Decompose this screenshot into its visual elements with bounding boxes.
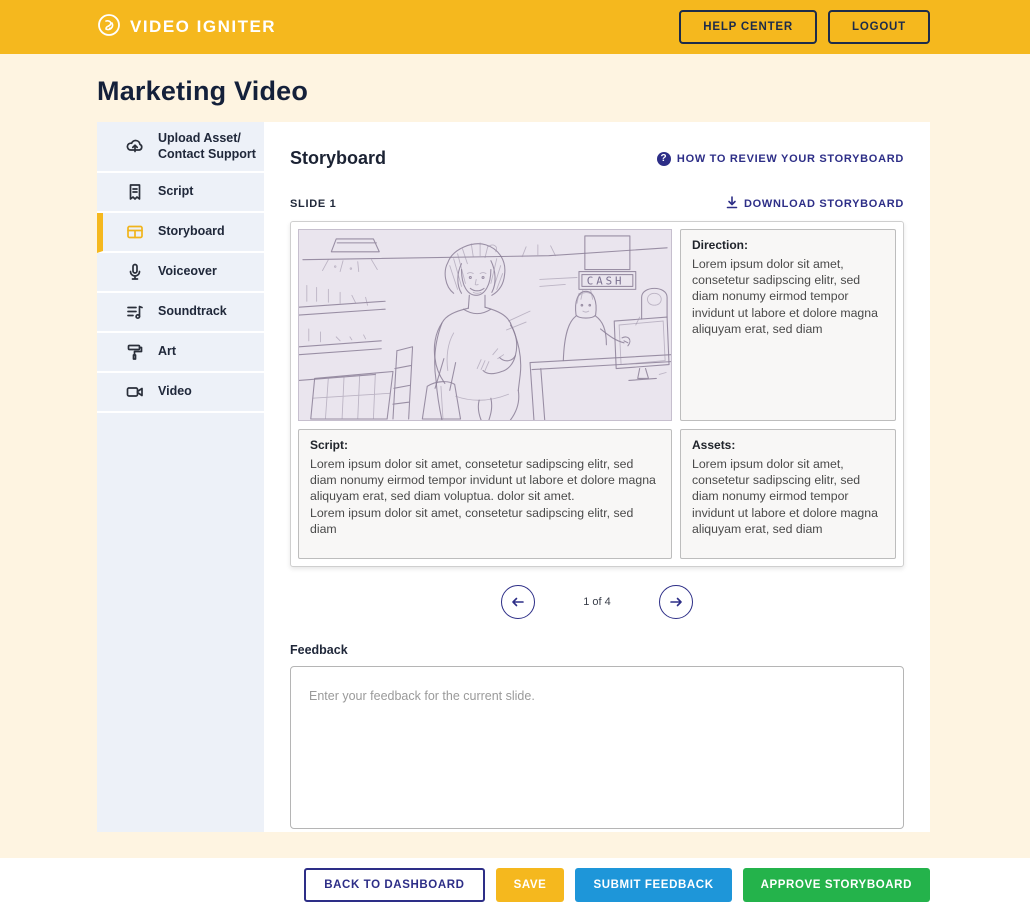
- sidebar-item-art[interactable]: Art: [97, 333, 264, 373]
- top-bar: VIDEO IGNITER HELP CENTER LOGOUT: [0, 0, 1030, 54]
- sidebar-item-label: Script: [158, 183, 193, 199]
- sidebar-item-soundtrack[interactable]: Soundtrack: [97, 293, 264, 333]
- direction-text: Lorem ipsum dolor sit amet, consetetur s…: [692, 256, 884, 337]
- slide-pagination: 1 of 4: [290, 585, 904, 619]
- page-title: Marketing Video: [97, 76, 1030, 107]
- script-text: Lorem ipsum dolor sit amet, consetetur s…: [310, 505, 660, 537]
- sidebar-item-voiceover[interactable]: Voiceover: [97, 253, 264, 293]
- next-slide-button[interactable]: [659, 585, 693, 619]
- download-storyboard-link[interactable]: DOWNLOAD STORYBOARD: [726, 196, 904, 212]
- logout-button[interactable]: LOGOUT: [828, 10, 930, 44]
- sidebar-item-script[interactable]: Script: [97, 173, 264, 213]
- cloud-upload-icon: [125, 136, 145, 156]
- sidebar-item-storyboard[interactable]: Storyboard: [97, 213, 264, 253]
- arrow-right-icon: [668, 594, 684, 610]
- script-title: Script:: [310, 438, 660, 452]
- assets-text: Lorem ipsum dolor sit amet, consetetur s…: [692, 456, 884, 537]
- slide-count: 1 of 4: [583, 596, 611, 608]
- assets-box: Assets: Lorem ipsum dolor sit amet, cons…: [680, 429, 896, 559]
- storyboard-card: CASH: [290, 221, 904, 567]
- feedback-input[interactable]: [290, 666, 904, 829]
- save-button[interactable]: SAVE: [496, 868, 565, 902]
- download-storyboard-label: DOWNLOAD STORYBOARD: [744, 198, 904, 210]
- how-to-review-link[interactable]: ? HOW TO REVIEW YOUR STORYBOARD: [657, 152, 904, 166]
- paint-roller-icon: [125, 342, 145, 362]
- approve-storyboard-button[interactable]: APPROVE STORYBOARD: [743, 868, 930, 902]
- previous-slide-button[interactable]: [501, 585, 535, 619]
- content-area: Storyboard ? HOW TO REVIEW YOUR STORYBOA…: [264, 122, 930, 832]
- storyboard-sketch-image: CASH: [298, 229, 672, 421]
- download-icon: [726, 196, 738, 212]
- video-igniter-logo-icon: [97, 13, 121, 42]
- microphone-icon: [125, 262, 145, 282]
- sidebar-item-label: Voiceover: [158, 263, 217, 279]
- sidebar-item-upload-asset[interactable]: Upload Asset/ Contact Support: [97, 122, 264, 173]
- back-to-dashboard-button[interactable]: BACK TO DASHBOARD: [304, 868, 484, 902]
- submit-feedback-button[interactable]: SUBMIT FEEDBACK: [575, 868, 731, 902]
- sidebar-item-label: Video: [158, 383, 192, 399]
- sidebar-item-label: Upload Asset/ Contact Support: [158, 130, 256, 163]
- section-title: Storyboard: [290, 148, 386, 169]
- feedback-label: Feedback: [290, 643, 904, 657]
- soundtrack-icon: [125, 302, 145, 322]
- sidebar-item-label: Art: [158, 343, 176, 359]
- script-text: Lorem ipsum dolor sit amet, consetetur s…: [310, 456, 660, 505]
- video-camera-icon: [125, 382, 145, 402]
- logo-text: VIDEO IGNITER: [130, 17, 276, 37]
- storyboard-icon: [125, 222, 145, 242]
- arrow-left-icon: [510, 594, 526, 610]
- question-circle-icon: ?: [657, 152, 671, 166]
- sidebar: Upload Asset/ Contact Support Script Sto…: [97, 122, 264, 832]
- sidebar-item-label: Soundtrack: [158, 303, 227, 319]
- cash-sign-text: CASH: [587, 274, 625, 287]
- how-to-review-label: HOW TO REVIEW YOUR STORYBOARD: [677, 153, 904, 165]
- sidebar-item-video[interactable]: Video: [97, 373, 264, 413]
- sidebar-item-label: Storyboard: [158, 223, 225, 239]
- main-panel: Upload Asset/ Contact Support Script Sto…: [97, 122, 930, 832]
- direction-box: Direction: Lorem ipsum dolor sit amet, c…: [680, 229, 896, 421]
- script-box: Script: Lorem ipsum dolor sit amet, cons…: [298, 429, 672, 559]
- script-icon: [125, 182, 145, 202]
- help-center-button[interactable]: HELP CENTER: [679, 10, 817, 44]
- direction-title: Direction:: [692, 238, 884, 252]
- assets-title: Assets:: [692, 438, 884, 452]
- logo: VIDEO IGNITER: [97, 13, 276, 42]
- footer-action-bar: BACK TO DASHBOARD SAVE SUBMIT FEEDBACK A…: [0, 858, 1030, 912]
- slide-label: SLIDE 1: [290, 198, 336, 210]
